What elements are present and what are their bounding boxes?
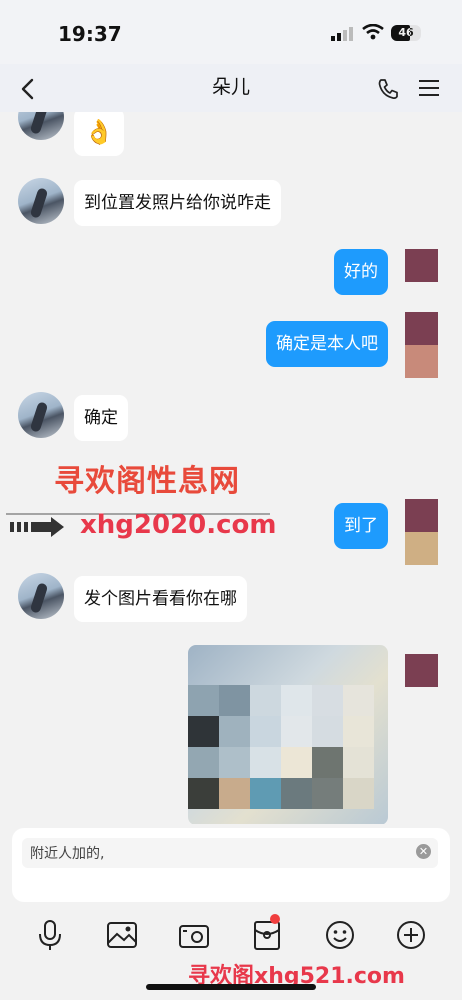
incoming-message[interactable]: 发个图片看看你在哪	[74, 576, 247, 622]
battery-indicator: 46	[391, 25, 421, 41]
contact-avatar[interactable]	[18, 392, 64, 438]
outgoing-message[interactable]: 好的	[334, 249, 388, 295]
contact-avatar[interactable]	[18, 178, 64, 224]
notification-dot	[270, 914, 280, 924]
contact-avatar[interactable]	[18, 112, 64, 140]
status-time: 19:37	[58, 22, 122, 46]
my-avatar[interactable]	[405, 249, 438, 282]
signal-icon	[331, 27, 353, 41]
my-avatar[interactable]	[405, 654, 438, 687]
composer: ✕	[0, 824, 462, 906]
incoming-message[interactable]: 确定	[74, 395, 128, 441]
outgoing-message[interactable]: 确定是本人吧	[266, 321, 388, 367]
shared-photo[interactable]	[188, 645, 388, 824]
message-input[interactable]	[22, 838, 438, 868]
battery-level: 46	[398, 26, 414, 39]
incoming-message[interactable]: 到位置发照片给你说咋走	[74, 180, 281, 226]
outgoing-message[interactable]: 到了	[334, 503, 388, 549]
home-indicator	[146, 984, 316, 990]
watermark-url: xhg2020.com	[80, 510, 277, 540]
incoming-message[interactable]: 👌	[74, 112, 124, 156]
plus-icon[interactable]	[394, 918, 428, 952]
menu-icon[interactable]	[418, 77, 440, 99]
watermark-text: 寻欢阁性息网	[54, 464, 240, 499]
photo-mosaic	[188, 685, 374, 809]
contact-avatar[interactable]	[18, 573, 64, 619]
input-box: ✕	[12, 828, 450, 902]
clear-icon[interactable]: ✕	[416, 844, 431, 859]
my-avatar[interactable]	[405, 499, 438, 565]
phone-icon[interactable]	[376, 77, 400, 101]
camera-icon[interactable]	[177, 918, 211, 952]
emoji-icon[interactable]	[323, 918, 357, 952]
chat-header: 朵儿	[0, 64, 462, 112]
red-packet-button[interactable]	[250, 914, 284, 952]
wifi-icon	[362, 24, 384, 40]
ok-hand-emoji: 👌	[84, 118, 114, 146]
red-packet-icon	[254, 921, 280, 950]
status-bar: 19:37 46	[0, 0, 462, 64]
my-avatar[interactable]	[405, 312, 438, 378]
microphone-icon[interactable]	[33, 918, 67, 952]
bottom-toolbar: 寻欢阁xhg521.com	[0, 906, 462, 1000]
image-icon[interactable]	[105, 918, 139, 952]
